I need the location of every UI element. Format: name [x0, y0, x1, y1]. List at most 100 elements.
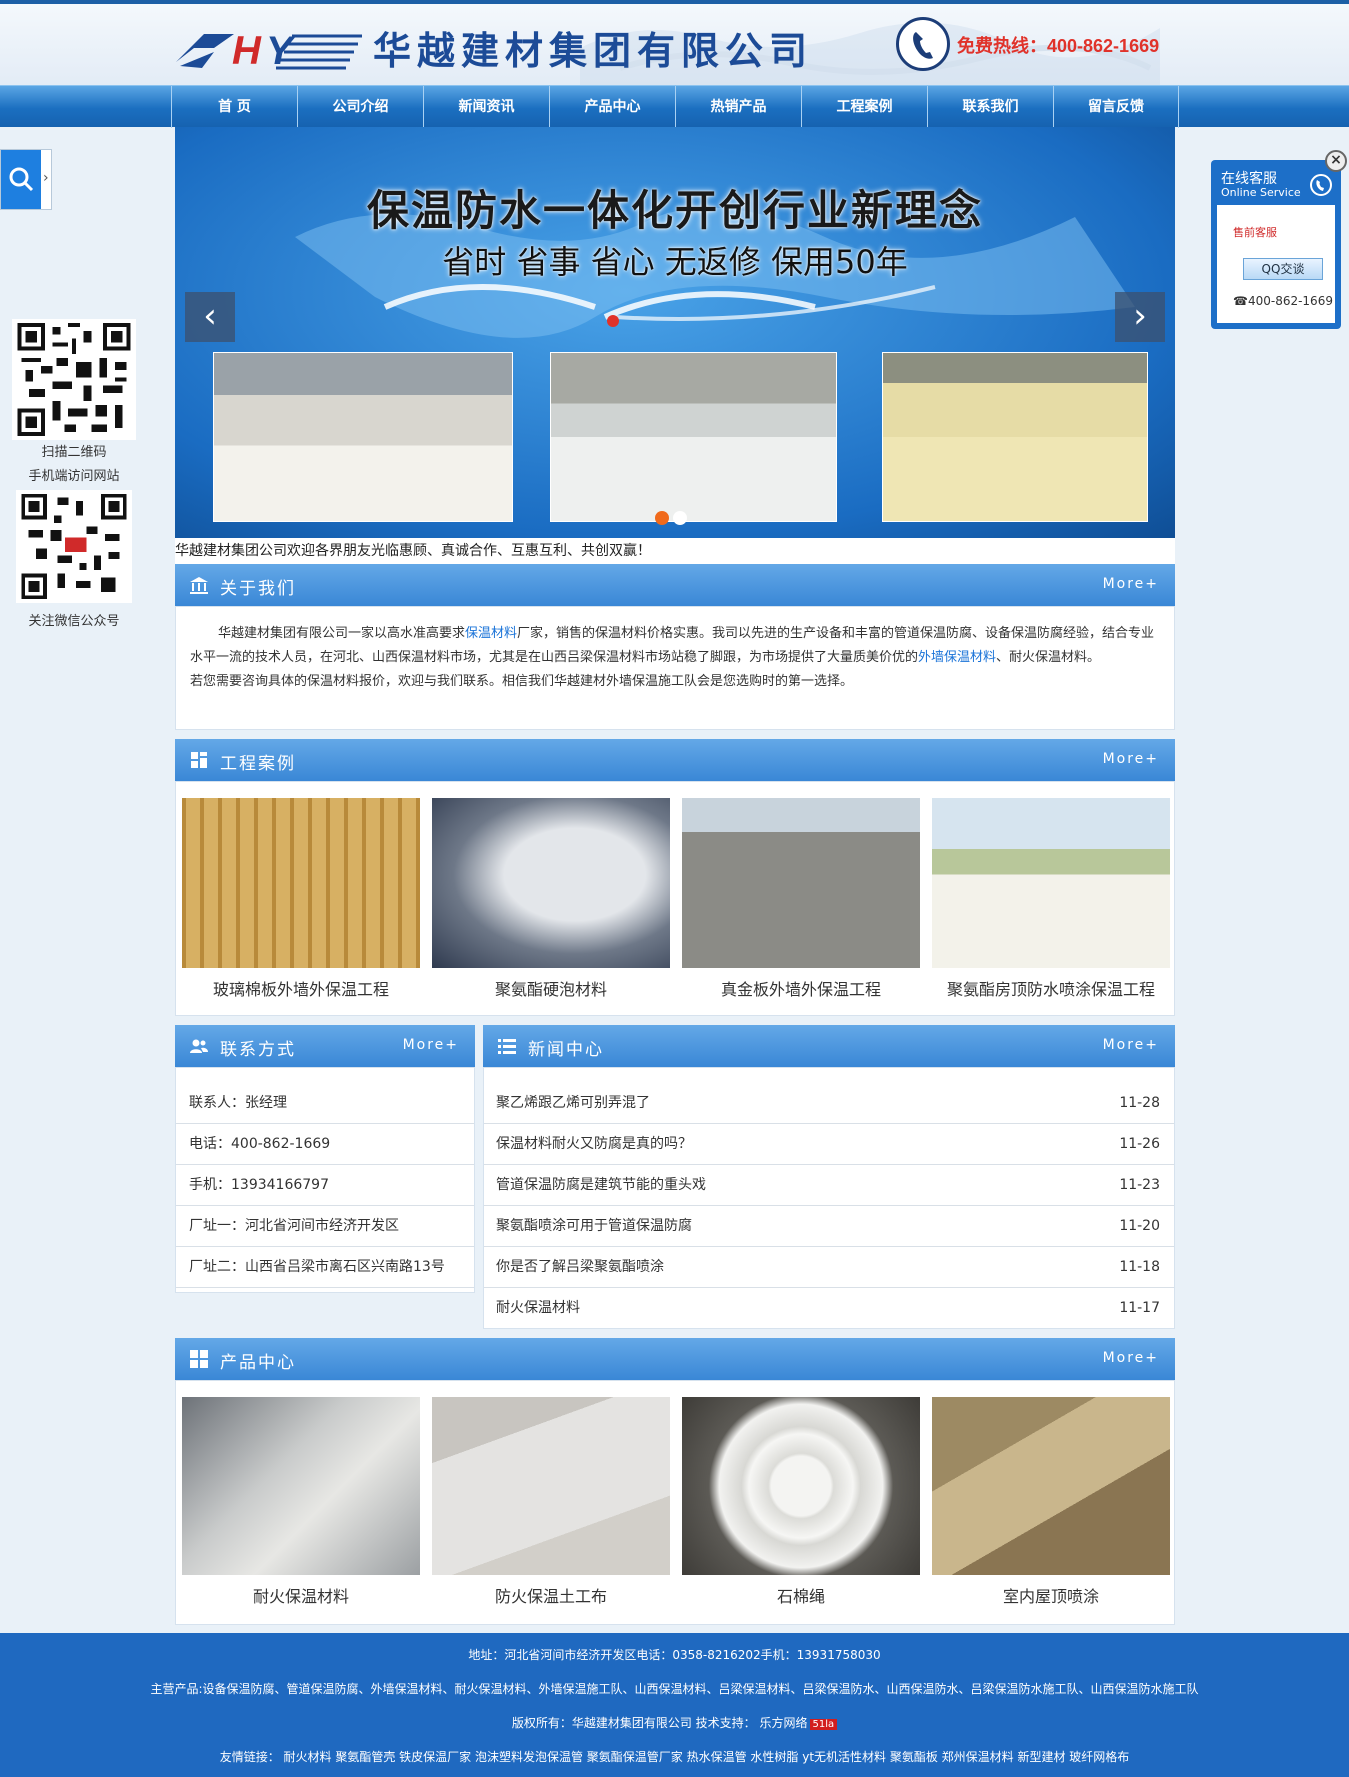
footer-address: 地址：河北省河间市经济开发区电话：0358-8216202手机：13931758… [468, 1648, 881, 1662]
company-logo: H Y [176, 29, 362, 73]
product-caption: 室内屋顶喷涂 [1002, 1587, 1099, 1606]
users-icon [190, 1039, 208, 1053]
contact-person: 联系人：张经理 [176, 1083, 474, 1124]
online-service-subtitle: Online Service [1221, 186, 1301, 199]
product-item[interactable]: 防火保温土工布 [432, 1397, 670, 1617]
side-search-button[interactable]: › [0, 149, 52, 210]
about-title: 关于我们 [220, 579, 296, 599]
news-item-date: 11-18 [1119, 1259, 1160, 1275]
nav-cases[interactable]: 工程案例 [801, 86, 927, 128]
contact-section-header: 联系方式 More+ [175, 1025, 475, 1067]
main-navigation: 首 页 公司介绍 新闻资讯 产品中心 热销产品 工程案例 联系我们 留言反馈 [0, 85, 1349, 128]
product-image-fireproof [182, 1397, 420, 1575]
building-icon [190, 577, 208, 594]
about-panel: 华越建材集团有限公司一家以高水准高要求保温材料厂家，销售的保温材料价格实惠。我司… [175, 606, 1175, 730]
news-item[interactable]: 管道保温防腐是建筑节能的重头戏 11-23 [484, 1165, 1174, 1206]
news-item-title: 聚氨酯喷涂可用于管道保温防腐 [496, 1218, 692, 1234]
contact-mobile: 手机：13934166797 [176, 1165, 474, 1206]
carousel-dot[interactable] [673, 511, 687, 525]
case-caption: 聚氨酯硬泡材料 [494, 980, 607, 999]
news-item[interactable]: 耐火保温材料 11-17 [484, 1288, 1174, 1329]
news-item-date: 11-23 [1119, 1177, 1160, 1193]
link-exterior-wall-insulation[interactable]: 外墙保温材料 [918, 650, 996, 665]
news-item-date: 11-26 [1119, 1136, 1160, 1152]
search-icon [1, 150, 41, 209]
hotline-text: 免费热线：400-862-1669 [957, 36, 1160, 56]
banner-photo-3 [882, 352, 1148, 522]
case-item[interactable]: 真金板外墙外保温工程 [682, 798, 920, 1008]
news-item-title: 你是否了解吕梁聚氨酯喷涂 [496, 1259, 664, 1275]
news-item-title: 保温材料耐火又防腐是真的吗？ [496, 1136, 692, 1152]
news-item-date: 11-28 [1119, 1095, 1160, 1111]
qr-label-wechat: 关注微信公众号 [28, 614, 120, 629]
footer-main-products: 主营产品:设备保温防腐、管道保温防腐、外墙保温材料、耐火保温材料、外墙保温施工队… [150, 1682, 1199, 1696]
news-title: 新闻中心 [528, 1040, 604, 1060]
news-item[interactable]: 你是否了解吕梁聚氨酯喷涂 11-18 [484, 1247, 1174, 1288]
squares-icon [190, 1350, 208, 1368]
nav-contact[interactable]: 联系我们 [927, 86, 1053, 128]
news-item[interactable]: 聚氨酯喷涂可用于管道保温防腐 11-20 [484, 1206, 1174, 1247]
case-caption: 玻璃棉板外墙外保温工程 [212, 980, 389, 999]
contact-more-link[interactable]: More+ [403, 1037, 459, 1053]
about-paragraph-2: 若您需要咨询具体的保温材料报价，欢迎与我们联系。相信我们华越建材外墙保温施工队会… [190, 674, 854, 689]
carousel-dots [655, 511, 691, 529]
nav-products[interactable]: 产品中心 [549, 86, 675, 128]
news-item-title: 管道保温防腐是建筑节能的重头戏 [496, 1177, 706, 1193]
news-item[interactable]: 聚乙烯跟乙烯可别弄混了 11-28 [484, 1083, 1174, 1124]
nav-hot-products[interactable]: 热销产品 [675, 86, 801, 128]
qq-chat-button[interactable]: QQ交谈 [1243, 258, 1323, 280]
banner-photo-2 [550, 352, 837, 522]
qr-label-scan: 扫描二维码 [41, 445, 107, 460]
product-image-asbestos-rope [682, 1397, 920, 1575]
grid-icon [191, 752, 207, 768]
case-caption: 聚氨酯房顶防水喷涂保温工程 [946, 980, 1155, 999]
product-item[interactable]: 石棉绳 [682, 1397, 920, 1617]
qq-chat-label: QQ交谈 [1261, 262, 1305, 276]
product-image-geotextile [432, 1397, 670, 1575]
product-caption: 防火保温土工布 [494, 1587, 607, 1606]
chevron-left-icon[interactable]: ‹ [185, 292, 235, 342]
site-header: H Y 华越建材集团有限公司 免费热线：400-862-1669 [0, 4, 1349, 85]
case-item[interactable]: 聚氨酯硬泡材料 [432, 798, 670, 1008]
case-image-pu-foam [432, 798, 670, 968]
about-more-link[interactable]: More+ [1103, 576, 1159, 592]
qr-label-mobile-site: 手机端访问网站 [28, 469, 120, 484]
welcome-message: 华越建材集团公司欢迎各界朋友光临惠顾、真诚合作、互惠互利、共创双赢！ [175, 538, 1175, 564]
carousel-dot-active[interactable] [655, 511, 669, 525]
banner-photo-1 [213, 352, 513, 522]
product-item[interactable]: 耐火保温材料 [182, 1397, 420, 1617]
product-image-roof-spray [932, 1397, 1170, 1575]
news-more-link[interactable]: More+ [1103, 1037, 1159, 1053]
headset-phone-icon [1310, 174, 1332, 196]
news-item[interactable]: 保温材料耐火又防腐是真的吗？ 11-26 [484, 1124, 1174, 1165]
product-caption: 耐火保温材料 [252, 1587, 349, 1606]
banner-subheadline: 省时 省事 省心 无返修 保用50年 [442, 243, 908, 281]
nav-home[interactable]: 首 页 [171, 86, 297, 128]
product-item[interactable]: 室内屋顶喷涂 [932, 1397, 1170, 1617]
link-insulation-material[interactable]: 保温材料 [465, 626, 517, 641]
service-group-label[interactable]: 售前客服 [1233, 224, 1277, 240]
contact-factory-1: 厂址一：河北省河间市经济开发区 [176, 1206, 474, 1247]
online-service-widget: 在线客服 Online Service × 售前客服 QQ交谈 ☎400-862… [1211, 150, 1347, 329]
case-image-gold-board [682, 798, 920, 968]
site-footer: 地址：河北省河间市经济开发区电话：0358-8216202手机：13931758… [0, 1633, 1349, 1777]
news-item-date: 11-20 [1119, 1218, 1160, 1234]
chevron-right-icon[interactable]: › [1115, 292, 1165, 342]
products-more-link[interactable]: More+ [1103, 1350, 1159, 1366]
footer-copyright: 版权所有：华越建材集团有限公司 技术支持： 乐方网络 51la [0, 1714, 1349, 1731]
nav-about[interactable]: 公司介绍 [297, 86, 423, 128]
footer-friend-links[interactable]: 友情链接： 耐火材料 聚氨酯管壳 铁皮保温厂家 泡沫塑料发泡保温管 聚氨酯保温管… [0, 1748, 1349, 1765]
list-icon [498, 1039, 516, 1054]
nav-news[interactable]: 新闻资讯 [423, 86, 549, 128]
phone-icon [896, 17, 950, 71]
close-icon[interactable]: × [1325, 150, 1347, 172]
product-caption: 石棉绳 [776, 1587, 825, 1606]
case-item[interactable]: 聚氨酯房顶防水喷涂保温工程 [932, 798, 1170, 1008]
news-section-header: 新闻中心 More+ [483, 1025, 1175, 1067]
online-service-title: 在线客服 [1221, 171, 1277, 187]
nav-feedback[interactable]: 留言反馈 [1053, 86, 1179, 128]
case-item[interactable]: 玻璃棉板外墙外保温工程 [182, 798, 420, 1008]
cases-more-link[interactable]: More+ [1103, 751, 1159, 767]
stats-badge[interactable]: 51la [809, 1719, 838, 1730]
banner-headline: 保温防水一体化开创行业新理念 [366, 186, 983, 235]
